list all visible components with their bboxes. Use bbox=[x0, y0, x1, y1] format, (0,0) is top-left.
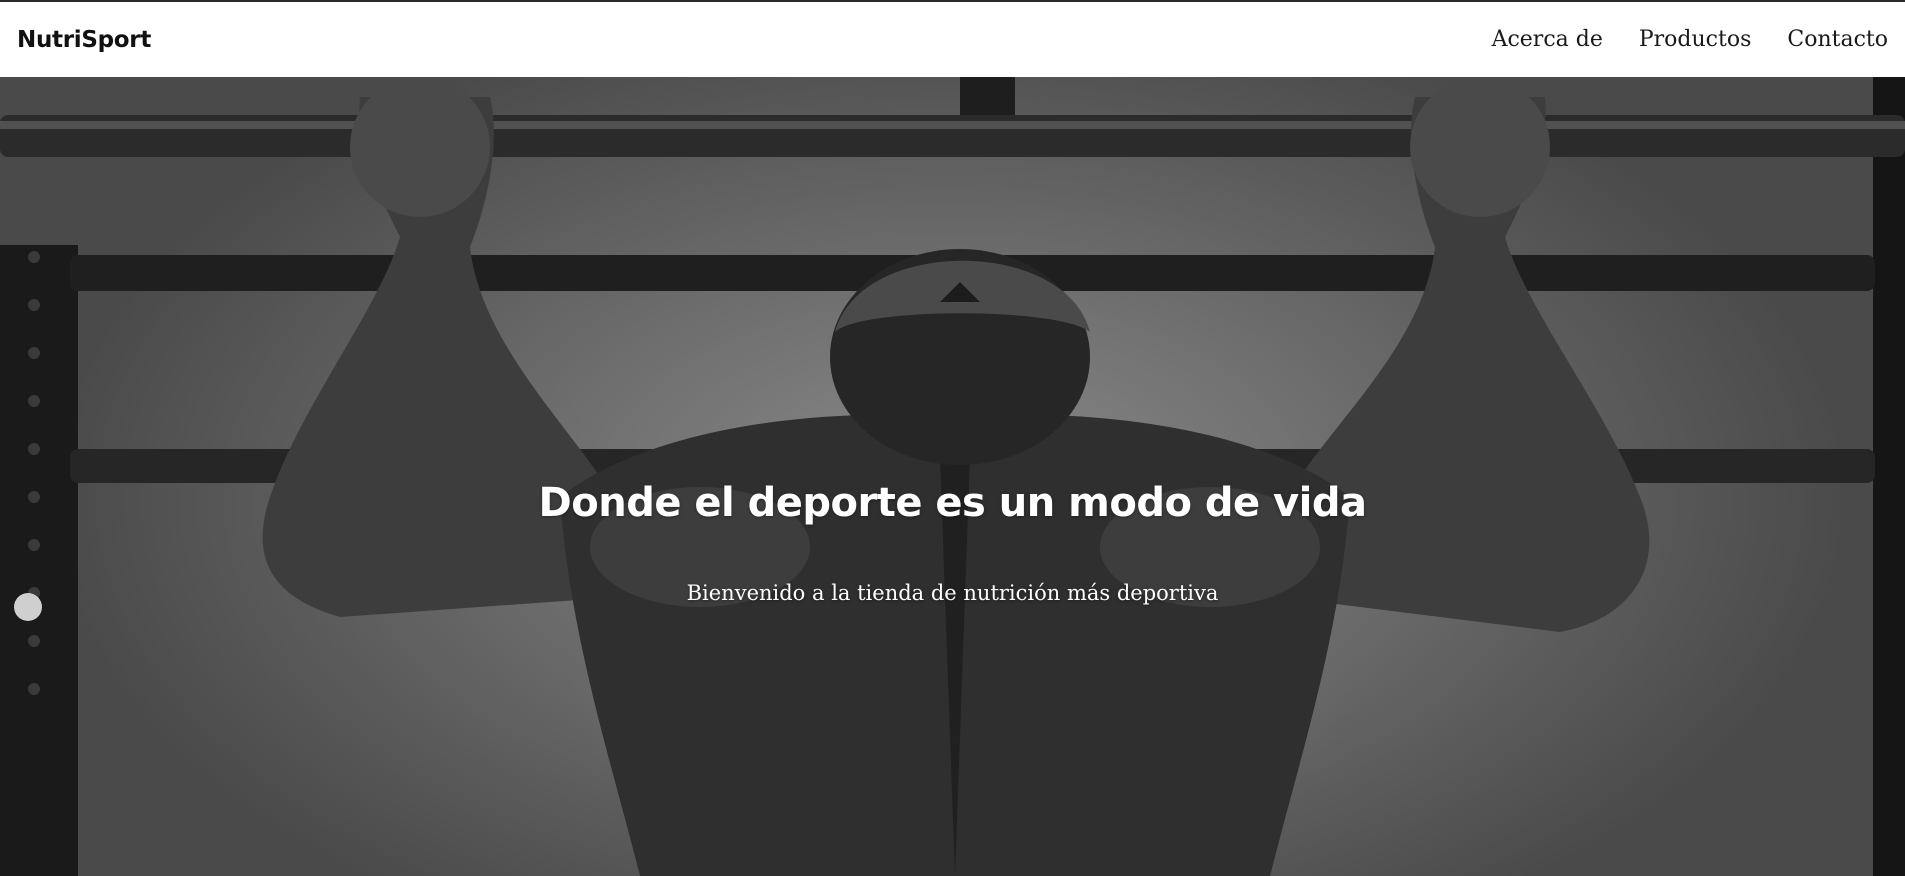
nav-link-productos[interactable]: Productos bbox=[1639, 27, 1752, 52]
hero-subtitle: Bienvenido a la tienda de nutrición más … bbox=[686, 581, 1219, 605]
nav-link-acerca-de[interactable]: Acerca de bbox=[1492, 27, 1603, 52]
hero-section: Donde el deporte es un modo de vida Bien… bbox=[0, 77, 1905, 876]
top-navbar: NutriSport Acerca de Productos Contacto bbox=[0, 0, 1905, 77]
nav-links: Acerca de Productos Contacto bbox=[1492, 27, 1888, 52]
nav-link-contacto[interactable]: Contacto bbox=[1787, 27, 1888, 52]
brand-logo-link[interactable]: NutriSport bbox=[17, 27, 151, 53]
hero-title: Donde el deporte es un modo de vida bbox=[538, 480, 1367, 526]
hero-background-image bbox=[0, 77, 1905, 876]
